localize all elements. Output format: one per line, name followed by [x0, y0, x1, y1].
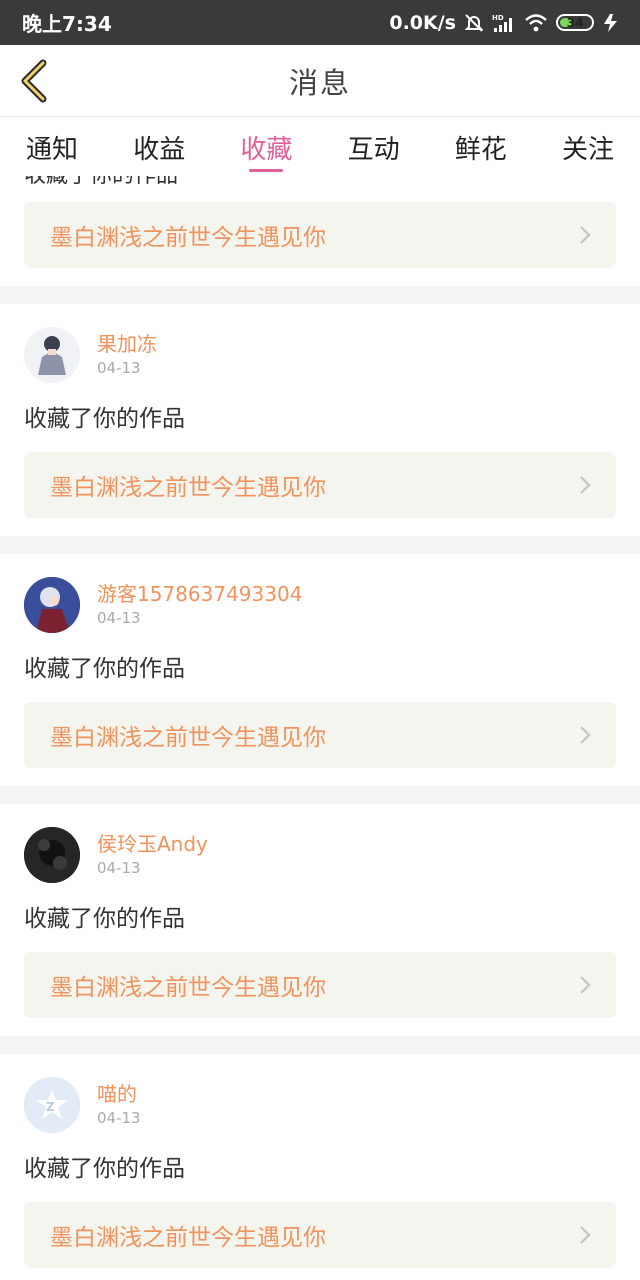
- work-title: 墨白渊浅之前世今生遇见你: [50, 975, 326, 1001]
- charging-icon: [602, 13, 620, 33]
- tab-notifications[interactable]: 通知: [26, 118, 78, 176]
- user-row: 果加冻 04-13: [24, 304, 616, 384]
- message-card: 收藏了你的作品 墨白渊浅之前世今生遇见你: [0, 176, 640, 286]
- message-card: Z 喵的 04-13 收藏了你的作品 墨白渊浅之前世今生遇见你: [0, 1054, 640, 1280]
- back-button[interactable]: [14, 59, 54, 103]
- message-date: 04-13: [97, 609, 141, 627]
- message-date: 04-13: [97, 1109, 141, 1127]
- battery-icon: 34: [556, 14, 594, 31]
- page-title: 消息: [288, 65, 351, 100]
- status-bar: 晚上7:34 0.0K/s HD 34: [0, 0, 640, 45]
- tab-earnings[interactable]: 收益: [133, 118, 185, 176]
- nav-header: 消息: [0, 45, 640, 117]
- action-text: 收藏了你的作品: [24, 176, 616, 202]
- user-row: Z 喵的 04-13: [24, 1054, 616, 1134]
- status-right-group: 0.0K/s HD 34: [389, 12, 620, 34]
- username[interactable]: 游客1578637493304: [97, 581, 302, 607]
- work-link[interactable]: 墨白渊浅之前世今生遇见你: [24, 202, 616, 268]
- message-card: 游客1578637493304 04-13 收藏了你的作品 墨白渊浅之前世今生遇…: [0, 554, 640, 786]
- work-title: 墨白渊浅之前世今生遇见你: [50, 1225, 326, 1251]
- chevron-right-icon: [580, 1226, 591, 1244]
- tab-favorites[interactable]: 收藏: [240, 118, 292, 176]
- work-title: 墨白渊浅之前世今生遇见你: [50, 725, 326, 751]
- hd-signal-icon: HD: [492, 13, 516, 33]
- status-time: 晚上7:34: [22, 12, 112, 36]
- work-title: 墨白渊浅之前世今生遇见你: [50, 475, 326, 501]
- username[interactable]: 果加冻: [97, 331, 157, 357]
- chevron-right-icon: [580, 476, 591, 494]
- network-speed: 0.0K/s: [389, 11, 456, 34]
- work-title: 墨白渊浅之前世今生遇见你: [50, 225, 326, 251]
- username[interactable]: 喵的: [97, 1081, 141, 1107]
- message-list[interactable]: 收藏了你的作品 墨白渊浅之前世今生遇见你 果加冻 04-13 收藏了你的作品 墨…: [0, 176, 640, 1280]
- work-link[interactable]: 墨白渊浅之前世今生遇见你: [24, 452, 616, 518]
- chevron-left-icon: [21, 59, 47, 103]
- username[interactable]: 侯玲玉Andy: [97, 831, 208, 857]
- avatar[interactable]: [24, 327, 80, 383]
- tab-bar: 通知 收益 收藏 互动 鲜花 关注: [0, 118, 640, 176]
- tab-flowers[interactable]: 鲜花: [455, 118, 507, 176]
- message-card: 果加冻 04-13 收藏了你的作品 墨白渊浅之前世今生遇见你: [0, 304, 640, 536]
- avatar[interactable]: [24, 827, 80, 883]
- tab-following[interactable]: 关注: [562, 118, 614, 176]
- svg-text:HD: HD: [492, 14, 504, 22]
- chevron-right-icon: [580, 976, 591, 994]
- message-card: 侯玲玉Andy 04-13 收藏了你的作品 墨白渊浅之前世今生遇见你: [0, 804, 640, 1036]
- action-text: 收藏了你的作品: [24, 406, 185, 432]
- battery-level: 34: [566, 15, 584, 30]
- chevron-right-icon: [580, 226, 591, 244]
- action-text: 收藏了你的作品: [24, 1156, 185, 1182]
- work-link[interactable]: 墨白渊浅之前世今生遇见你: [24, 952, 616, 1018]
- user-row: 侯玲玉Andy 04-13: [24, 804, 616, 884]
- chevron-right-icon: [580, 726, 591, 744]
- work-link[interactable]: 墨白渊浅之前世今生遇见你: [24, 1202, 616, 1268]
- work-link[interactable]: 墨白渊浅之前世今生遇见你: [24, 702, 616, 768]
- avatar[interactable]: Z: [24, 1077, 80, 1133]
- tab-interactions[interactable]: 互动: [348, 118, 400, 176]
- message-date: 04-13: [97, 859, 141, 877]
- action-text: 收藏了你的作品: [24, 656, 185, 682]
- wifi-icon: [524, 13, 548, 33]
- svg-text:Z: Z: [46, 1100, 55, 1114]
- mute-bell-icon: [464, 13, 484, 33]
- action-text: 收藏了你的作品: [24, 906, 185, 932]
- message-date: 04-13: [97, 359, 141, 377]
- user-row: 游客1578637493304 04-13: [24, 554, 616, 634]
- avatar[interactable]: [24, 577, 80, 633]
